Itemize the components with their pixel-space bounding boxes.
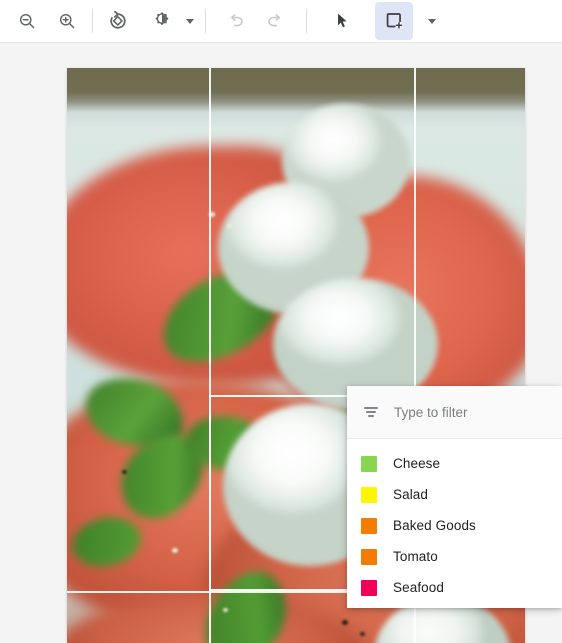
photo-speck bbox=[121, 470, 127, 474]
label-option-text: Seafood bbox=[393, 580, 444, 595]
label-color-swatch bbox=[361, 486, 377, 503]
label-filter-row[interactable] bbox=[347, 386, 562, 439]
label-option-seafood[interactable]: Seafood bbox=[347, 572, 562, 603]
add-bounding-box-button[interactable] bbox=[375, 2, 413, 40]
undo-icon bbox=[230, 13, 243, 26]
brightness-icon bbox=[155, 12, 169, 26]
bounding-box-selection[interactable] bbox=[209, 395, 365, 593]
zoom-in-icon bbox=[59, 13, 75, 29]
zoom-out-icon bbox=[19, 13, 35, 29]
rotate-icon bbox=[110, 10, 126, 29]
label-option-text: Salad bbox=[393, 487, 429, 502]
label-color-swatch bbox=[361, 455, 377, 472]
label-option-list: Cheese Salad Baked Goods Tomato Seafood bbox=[347, 439, 562, 603]
toolbar-divider bbox=[205, 9, 206, 33]
chevron-down-icon bbox=[186, 18, 194, 24]
zoom-in-button[interactable] bbox=[48, 2, 86, 40]
label-color-swatch bbox=[361, 579, 377, 596]
add-bounding-box-icon bbox=[386, 13, 403, 29]
rotate-button[interactable] bbox=[99, 2, 137, 40]
label-option-text: Baked Goods bbox=[393, 518, 476, 533]
chevron-down-icon bbox=[428, 18, 436, 24]
label-option-tomato[interactable]: Tomato bbox=[347, 541, 562, 572]
label-option-cheese[interactable]: Cheese bbox=[347, 448, 562, 479]
label-option-text: Cheese bbox=[393, 456, 441, 471]
zoom-out-button[interactable] bbox=[8, 2, 46, 40]
redo-icon bbox=[267, 13, 280, 26]
photo-speck bbox=[341, 620, 348, 625]
toolbar-divider bbox=[92, 9, 93, 33]
filter-icon bbox=[361, 407, 381, 417]
toolbar-divider bbox=[306, 9, 307, 33]
undo-button[interactable] bbox=[216, 2, 254, 40]
redo-button[interactable] bbox=[256, 2, 294, 40]
brightness-button[interactable] bbox=[143, 2, 181, 40]
photo-speck bbox=[222, 608, 228, 612]
bounding-box-dropdown-caret[interactable] bbox=[423, 2, 441, 40]
label-color-swatch bbox=[361, 517, 377, 534]
label-option-text: Tomato bbox=[393, 549, 438, 564]
select-cursor-button[interactable] bbox=[323, 2, 361, 40]
toolbar bbox=[0, 0, 562, 43]
image-annotation-app: Cheese Salad Baked Goods Tomato Seafood bbox=[0, 0, 562, 643]
label-option-baked-goods[interactable]: Baked Goods bbox=[347, 510, 562, 541]
select-cursor-icon bbox=[338, 13, 347, 28]
label-filter-input[interactable] bbox=[394, 404, 544, 420]
label-dropdown-panel[interactable]: Cheese Salad Baked Goods Tomato Seafood bbox=[347, 386, 562, 608]
brightness-dropdown-caret[interactable] bbox=[181, 2, 199, 40]
label-option-salad[interactable]: Salad bbox=[347, 479, 562, 510]
label-color-swatch bbox=[361, 548, 377, 565]
